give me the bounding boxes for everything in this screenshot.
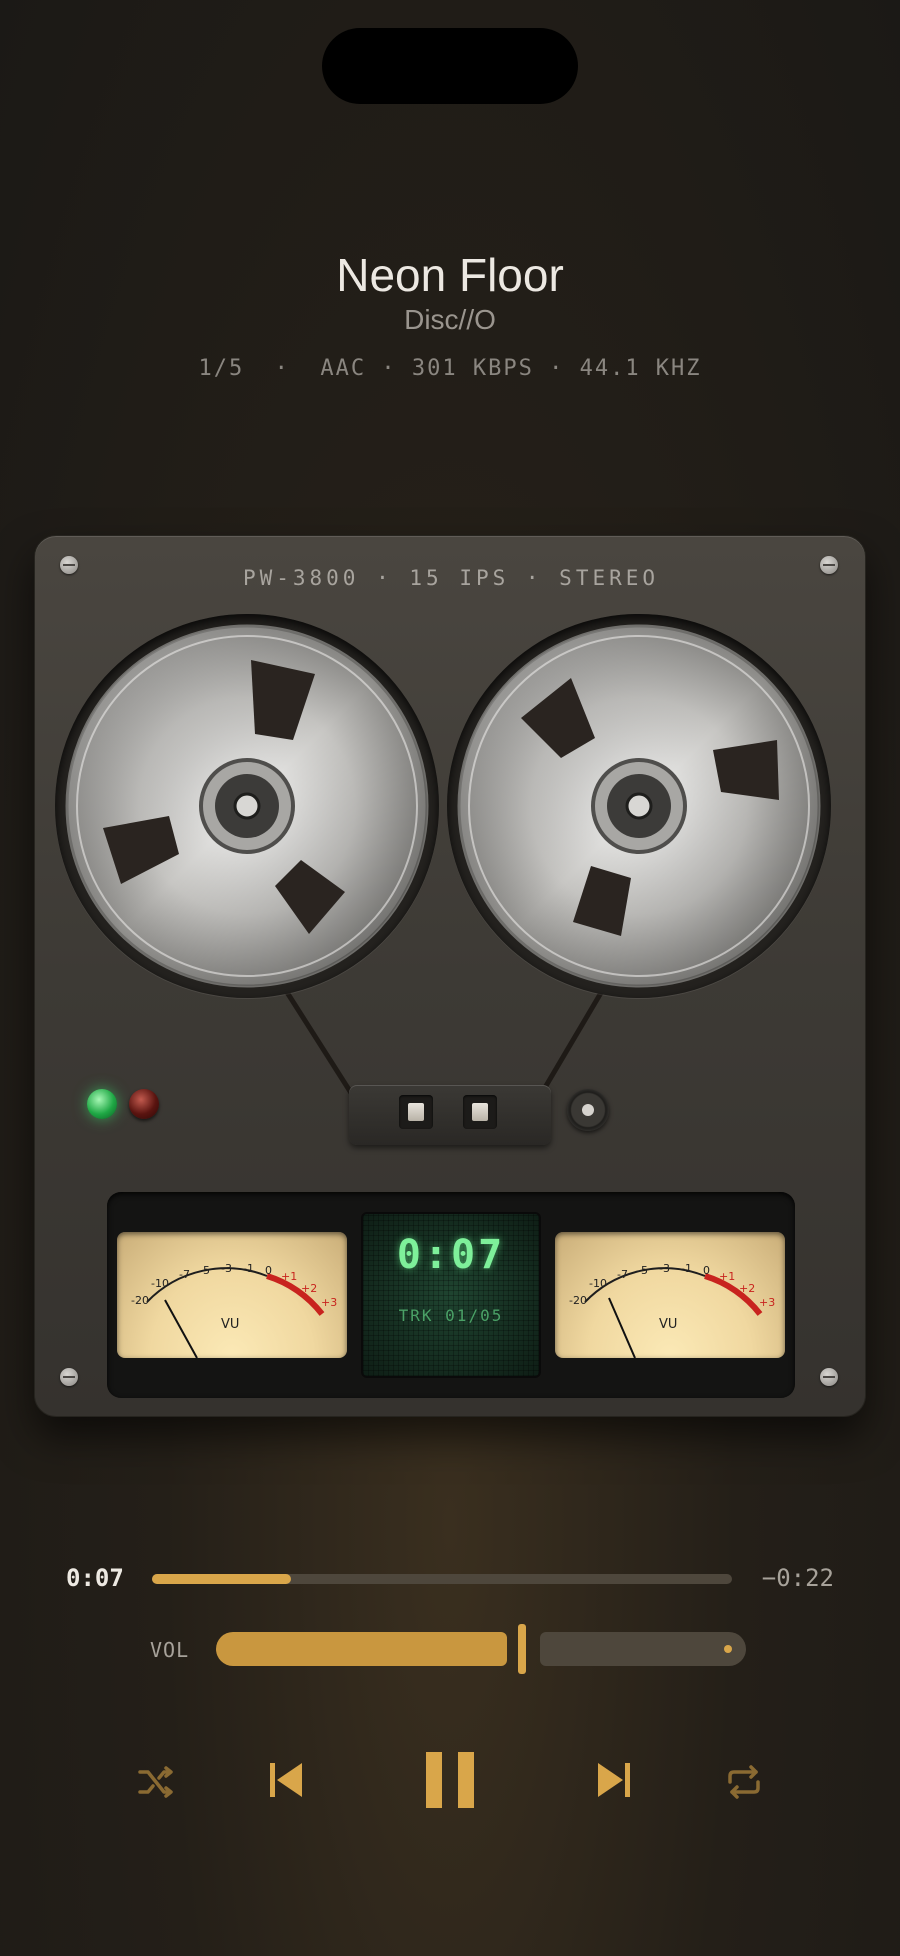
lcd-track: TRK 01/05 xyxy=(398,1306,504,1325)
vu-scale-left: -20 -10 -7 -5 -3 -1 0 +1 +2 +3 VU xyxy=(131,1262,337,1358)
volume-fill[interactable] xyxy=(216,1632,507,1666)
dynamic-island xyxy=(322,28,578,104)
tape-head-block xyxy=(349,1085,551,1145)
track-meta: 1/5 · AAC · 301 KBPS · 44.1 KHZ xyxy=(198,356,702,381)
transport-button-left[interactable] xyxy=(399,1095,433,1129)
pinch-roller-knob xyxy=(567,1089,609,1131)
vu-tick-label: -1 xyxy=(243,1262,254,1275)
volume-label: VOL xyxy=(150,1638,190,1662)
vu-scale-right: -20 -10 -7 -5 -3 -1 0 +1 +2 +3 VU xyxy=(569,1262,775,1358)
repeat-icon[interactable] xyxy=(724,1762,764,1802)
right-reel xyxy=(447,614,831,998)
left-reel-icon xyxy=(65,624,429,988)
vu-tick-label: -3 xyxy=(659,1262,670,1275)
pause-icon[interactable] xyxy=(424,1750,476,1810)
track-title: Neon Floor xyxy=(336,249,564,301)
screw-icon xyxy=(60,1368,78,1386)
vu-tick-label: -3 xyxy=(221,1262,232,1275)
vu-unit-label: VU xyxy=(659,1317,677,1332)
volume-track[interactable] xyxy=(540,1632,746,1666)
progress-bar[interactable] xyxy=(152,1574,732,1584)
skip-next-icon[interactable] xyxy=(594,1759,634,1801)
skip-previous-icon[interactable] xyxy=(266,1759,306,1801)
screw-icon xyxy=(820,1368,838,1386)
lcd-time: 0:07 xyxy=(396,1232,506,1278)
vu-tick-label: 0 xyxy=(703,1264,710,1277)
vu-unit-label: VU xyxy=(221,1317,239,1332)
meter-bay: -20 -10 -7 -5 -3 -1 0 +1 +2 +3 VU 0:07 T… xyxy=(107,1192,795,1398)
vu-tick-label: +2 xyxy=(739,1282,755,1295)
vu-meter-right: -20 -10 -7 -5 -3 -1 0 +1 +2 +3 VU xyxy=(555,1232,785,1358)
vu-tick-label: -1 xyxy=(681,1262,692,1275)
transport-button-right[interactable] xyxy=(463,1095,497,1129)
vu-tick-label: +1 xyxy=(281,1270,297,1283)
volume-thumb[interactable] xyxy=(518,1624,526,1674)
lcd-display: 0:07 TRK 01/05 xyxy=(361,1212,541,1378)
vu-tick-label: +3 xyxy=(321,1296,337,1309)
left-reel xyxy=(55,614,439,998)
vu-tick-label: -10 xyxy=(151,1277,169,1290)
track-artist[interactable]: Disc//O xyxy=(0,304,900,336)
tape-deck: PW-3800 · 15 IPS · STEREO -20 -10 -7 -5 … xyxy=(34,535,866,1417)
vu-tick-label: -20 xyxy=(131,1294,149,1307)
vu-tick-label: -10 xyxy=(589,1277,607,1290)
record-led-red xyxy=(129,1089,159,1119)
vu-tick-label: +3 xyxy=(759,1296,775,1309)
vu-tick-label: +1 xyxy=(719,1270,735,1283)
vu-tick-label: -7 xyxy=(617,1268,628,1281)
current-time: 0:07 xyxy=(66,1564,124,1592)
vu-tick-label: 0 xyxy=(265,1264,272,1277)
vu-meter-left: -20 -10 -7 -5 -3 -1 0 +1 +2 +3 VU xyxy=(117,1232,347,1358)
vu-tick-label: -7 xyxy=(179,1268,190,1281)
remaining-time: −0:22 xyxy=(761,1564,834,1592)
shuffle-icon[interactable] xyxy=(136,1762,176,1802)
vu-tick-label: -20 xyxy=(569,1294,587,1307)
power-led-green xyxy=(87,1089,117,1119)
progress-fill xyxy=(152,1574,291,1584)
right-reel-icon xyxy=(457,624,821,988)
vu-tick-label: +2 xyxy=(301,1282,317,1295)
volume-end-dot xyxy=(724,1645,732,1653)
vu-tick-label: -5 xyxy=(199,1264,210,1277)
vu-tick-label: -5 xyxy=(637,1264,648,1277)
